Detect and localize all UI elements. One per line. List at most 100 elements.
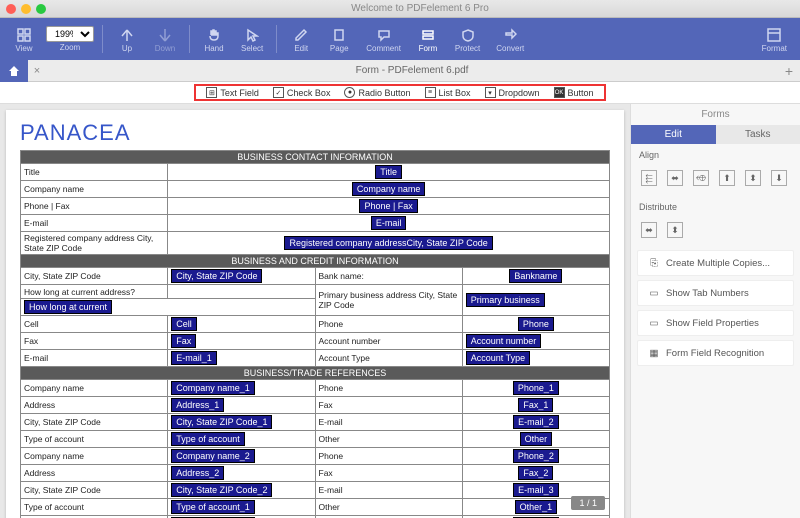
form-field[interactable]: Bankname <box>509 269 562 283</box>
form-field[interactable]: E-mail_3 <box>513 483 559 497</box>
checkbox-tool[interactable]: ✓Check Box <box>273 87 331 98</box>
align-middle-icon[interactable]: ⬍ <box>745 170 761 186</box>
form-field[interactable]: How long at current <box>24 300 112 314</box>
form-field[interactable]: Other <box>520 432 553 446</box>
form-field[interactable]: E-mail_2 <box>513 415 559 429</box>
form-toolbar: ⊞Text Field ✓Check Box ●Radio Button ≡Li… <box>0 82 800 104</box>
create-copies-item[interactable]: ⎘Create Multiple Copies... <box>637 250 794 276</box>
zoom-select[interactable]: 199% <box>46 26 94 42</box>
form-field[interactable]: Type of account_1 <box>171 500 255 514</box>
form-field[interactable]: Fax_1 <box>518 398 553 412</box>
listbox-tool[interactable]: ≡List Box <box>425 87 471 98</box>
tab-bar: × Form - PDFelement 6.pdf + <box>0 60 800 82</box>
form-table: BUSINESS CONTACT INFORMATION TitleTitle … <box>20 150 610 518</box>
radio-tool[interactable]: ●Radio Button <box>344 87 410 98</box>
form-field[interactable]: Cell <box>171 317 197 331</box>
new-tab-button[interactable]: + <box>778 63 800 79</box>
props-icon: ▭ <box>648 317 660 329</box>
align-center-icon[interactable]: ⬌ <box>667 170 683 186</box>
show-tab-numbers-item[interactable]: ▭Show Tab Numbers <box>637 280 794 306</box>
section-header: BUSINESS AND CREDIT INFORMATION <box>21 255 610 268</box>
edit-button[interactable]: Edit <box>285 24 317 55</box>
comment-button[interactable]: Comment <box>361 24 406 55</box>
section-header: BUSINESS CONTACT INFORMATION <box>21 151 610 164</box>
form-field[interactable]: Phone_1 <box>513 381 559 395</box>
close-window-icon[interactable] <box>6 4 16 14</box>
textfield-icon: ⊞ <box>206 87 217 98</box>
form-field[interactable]: Primary business <box>466 293 545 307</box>
show-properties-item[interactable]: ▭Show Field Properties <box>637 310 794 336</box>
copies-icon: ⎘ <box>648 257 660 269</box>
window-controls <box>6 4 46 14</box>
form-field[interactable]: Other_1 <box>515 500 558 514</box>
field-recognition-item[interactable]: ▦Form Field Recognition <box>637 340 794 366</box>
radio-icon: ● <box>344 87 355 98</box>
page-indicator: 1 / 1 <box>571 496 605 510</box>
form-field[interactable]: Phone_2 <box>513 449 559 463</box>
maximize-window-icon[interactable] <box>36 4 46 14</box>
align-left-icon[interactable]: ⬱ <box>641 170 657 186</box>
form-field[interactable]: Address_2 <box>171 466 224 480</box>
form-field[interactable]: Company name <box>352 182 426 196</box>
side-panel: Forms Edit Tasks Align ⬱ ⬌ ⬲ ⬆ ⬍ ⬇ Distr… <box>630 104 800 518</box>
align-top-icon[interactable]: ⬆ <box>719 170 735 186</box>
distribute-icons: ⬌ ⬍ <box>631 218 800 248</box>
form-field[interactable]: City, State ZIP Code_2 <box>171 483 272 497</box>
home-button[interactable] <box>0 60 28 82</box>
form-field[interactable]: Title <box>375 165 402 179</box>
select-button[interactable]: Select <box>236 24 268 55</box>
convert-button[interactable]: Convert <box>491 24 529 55</box>
brand-heading: PANACEA <box>20 120 610 146</box>
tab-tasks[interactable]: Tasks <box>716 125 800 144</box>
form-field[interactable]: Company name_2 <box>171 449 255 463</box>
form-tools-highlight: ⊞Text Field ✓Check Box ●Radio Button ≡Li… <box>194 84 605 101</box>
down-button[interactable]: Down <box>149 24 181 55</box>
distribute-h-icon[interactable]: ⬌ <box>641 222 657 238</box>
align-bottom-icon[interactable]: ⬇ <box>771 170 787 186</box>
button-icon: OK <box>554 87 565 98</box>
dropdown-tool[interactable]: ▾Dropdown <box>485 87 540 98</box>
align-icons: ⬱ ⬌ ⬲ ⬆ ⬍ ⬇ <box>631 166 800 196</box>
form-button[interactable]: Form <box>412 24 444 55</box>
tab-edit[interactable]: Edit <box>631 125 716 144</box>
close-tab-icon[interactable]: × <box>28 65 46 77</box>
form-field[interactable]: Phone | Fax <box>359 199 417 213</box>
form-field[interactable]: Phone <box>518 317 554 331</box>
window-title: Welcome to PDFelement 6 Pro <box>46 3 794 14</box>
form-field[interactable]: City, State ZIP Code <box>171 269 262 283</box>
tabnum-icon: ▭ <box>648 287 660 299</box>
form-field[interactable]: E-mail_1 <box>171 351 217 365</box>
align-right-icon[interactable]: ⬲ <box>693 170 709 186</box>
form-field[interactable]: Fax_2 <box>518 466 553 480</box>
view-button[interactable]: View <box>8 24 40 55</box>
recog-icon: ▦ <box>648 347 660 359</box>
listbox-icon: ≡ <box>425 87 436 98</box>
ribbon-toolbar: View 199% Zoom Up Down Hand Select Edit … <box>0 18 800 60</box>
distribute-v-icon[interactable]: ⬍ <box>667 222 683 238</box>
form-field[interactable]: Registered company addressCity, State ZI… <box>284 236 492 250</box>
textfield-tool[interactable]: ⊞Text Field <box>206 87 259 98</box>
form-field[interactable]: Address_1 <box>171 398 224 412</box>
zoom-group: 199% Zoom <box>46 26 94 52</box>
up-button[interactable]: Up <box>111 24 143 55</box>
pdf-page: PANACEA BUSINESS CONTACT INFORMATION Tit… <box>6 110 624 518</box>
form-field[interactable]: Fax <box>171 334 196 348</box>
protect-button[interactable]: Protect <box>450 24 485 55</box>
form-field[interactable]: City, State ZIP Code_1 <box>171 415 272 429</box>
hand-button[interactable]: Hand <box>198 24 230 55</box>
document-viewport[interactable]: PANACEA BUSINESS CONTACT INFORMATION Tit… <box>0 104 630 518</box>
form-field[interactable]: Account Type <box>466 351 530 365</box>
panel-tabs: Edit Tasks <box>631 125 800 144</box>
form-field[interactable]: Company name_1 <box>171 381 255 395</box>
page-button[interactable]: Page <box>323 24 355 55</box>
distribute-label: Distribute <box>631 196 800 218</box>
format-button[interactable]: Format <box>757 24 792 55</box>
button-tool[interactable]: OKButton <box>554 87 594 98</box>
form-field[interactable]: Account number <box>466 334 542 348</box>
section-header: BUSINESS/TRADE REFERENCES <box>21 367 610 380</box>
form-field[interactable]: E-mail <box>371 216 407 230</box>
checkbox-icon: ✓ <box>273 87 284 98</box>
dropdown-icon: ▾ <box>485 87 496 98</box>
minimize-window-icon[interactable] <box>21 4 31 14</box>
form-field[interactable]: Type of account <box>171 432 245 446</box>
